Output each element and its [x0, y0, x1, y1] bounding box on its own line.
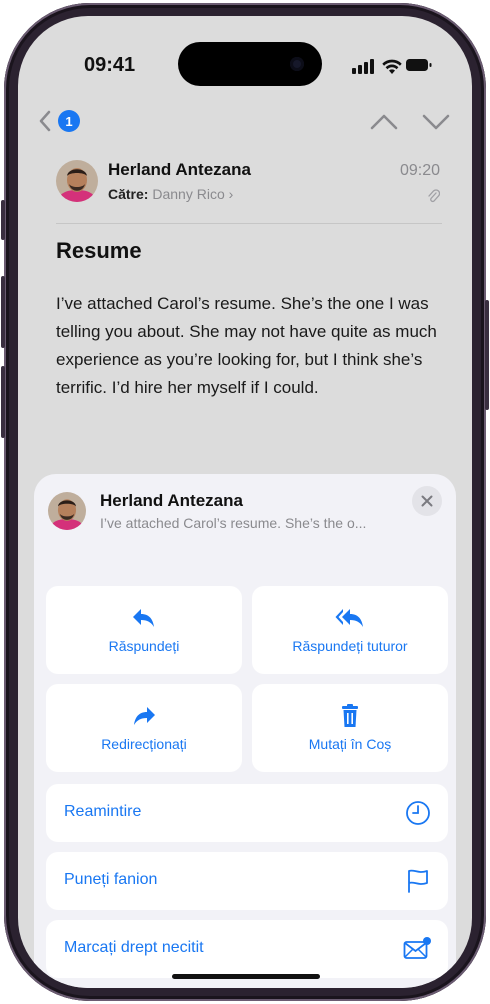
- status-icons: [352, 59, 432, 74]
- mark-unread-button[interactable]: Marcați drept necitit: [46, 920, 448, 978]
- flag-icon: [408, 869, 428, 893]
- phone-screen: 09:41 1 Herland Antezana Către: Danny Ri…: [18, 16, 472, 988]
- forward-button[interactable]: Redirecționați: [46, 684, 242, 772]
- attachment-icon: [428, 189, 440, 203]
- clock-icon: [406, 801, 430, 825]
- signal-icon: [352, 59, 374, 74]
- forward-label: Redirecționați: [101, 736, 187, 752]
- message-header: Herland Antezana Către: Danny Rico › 09:…: [56, 156, 442, 224]
- camera-icon: [290, 57, 304, 71]
- reply-icon: [133, 609, 154, 627]
- reply-all-button[interactable]: Răspundeți tuturor: [252, 586, 448, 674]
- dynamic-island: [178, 42, 322, 86]
- mark-unread-label: Marcați drept necitit: [64, 939, 204, 956]
- recipient-name: Danny Rico: [152, 186, 225, 202]
- forward-icon: [134, 707, 155, 725]
- status-time: 09:41: [84, 54, 136, 76]
- trash-icon: [342, 704, 358, 727]
- previous-message-button[interactable]: [368, 108, 400, 136]
- side-button-left-3: [1, 366, 5, 438]
- next-message-button[interactable]: [420, 108, 452, 136]
- move-to-trash-button[interactable]: Mutați în Coș: [252, 684, 448, 772]
- side-button-left-1: [1, 200, 5, 240]
- reply-all-label: Răspundeți tuturor: [292, 638, 408, 654]
- recipient-line[interactable]: Către: Danny Rico ›: [108, 186, 233, 202]
- wifi-icon: [382, 59, 402, 74]
- home-indicator[interactable]: [172, 974, 320, 979]
- side-button-right: [485, 300, 489, 410]
- chevron-right-icon: ›: [228, 186, 234, 202]
- chevron-left-icon: [39, 110, 51, 132]
- action-sheet: Herland Antezana I’ve attached Carol’s r…: [34, 474, 456, 988]
- flag-label: Puneți fanion: [64, 871, 158, 888]
- battery-icon: [406, 59, 432, 71]
- reply-button[interactable]: Răspundeți: [46, 586, 242, 674]
- back-button[interactable]: 1: [38, 106, 90, 136]
- close-icon: [421, 495, 433, 507]
- remind-me-label: Reamintire: [64, 803, 142, 820]
- reply-all-icon: [335, 609, 363, 627]
- message-body: I’ve attached Carol’s resume. She’s the …: [56, 294, 437, 397]
- avatar: [56, 160, 98, 202]
- sheet-sender-name: Herland Antezana: [100, 491, 243, 510]
- flag-button[interactable]: Puneți fanion: [46, 852, 448, 910]
- close-button[interactable]: [412, 486, 442, 516]
- avatar: [48, 492, 86, 530]
- remind-me-button[interactable]: Reamintire: [46, 784, 448, 842]
- sheet-preview-text: I’ve attached Carol’s resume. She’s the …: [100, 515, 367, 531]
- unread-envelope-icon: [403, 937, 431, 959]
- message-subject: Resume: [56, 238, 142, 263]
- move-to-trash-label: Mutați în Coș: [308, 736, 392, 752]
- nav-bar: 1: [18, 100, 472, 144]
- to-label: Către:: [108, 186, 149, 202]
- reply-label: Răspundeți: [108, 638, 180, 654]
- side-button-left-2: [1, 276, 5, 348]
- message-time: 09:20: [399, 162, 440, 179]
- sender-name[interactable]: Herland Antezana: [108, 160, 251, 180]
- unread-badge: 1: [58, 110, 80, 132]
